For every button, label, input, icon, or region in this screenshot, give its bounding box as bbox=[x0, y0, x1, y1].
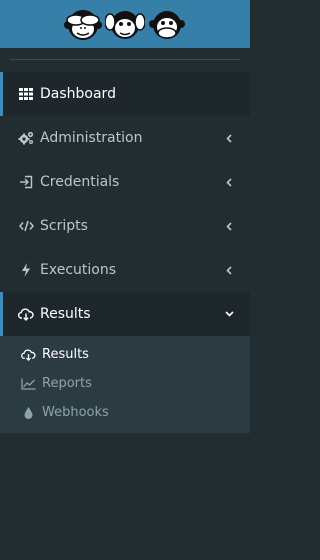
sidebar-item-executions[interactable]: Executions bbox=[0, 248, 250, 292]
sidebar-item-label: Executions bbox=[40, 262, 116, 278]
tint-icon bbox=[20, 406, 36, 420]
sidebar-item-results[interactable]: Results bbox=[0, 292, 250, 336]
cloud-download-icon bbox=[20, 348, 36, 362]
sidebar-item-label: Scripts bbox=[40, 218, 88, 234]
line-chart-icon bbox=[20, 377, 36, 391]
sidebar-item-scripts[interactable]: Scripts bbox=[0, 204, 250, 248]
hear-no-evil-monkey-icon bbox=[105, 11, 145, 39]
see-no-evil-monkey-icon bbox=[64, 10, 102, 40]
sidebar-menu: Dashboard Administration Credentials Scr… bbox=[0, 72, 250, 433]
results-submenu-container: Results Reports Webhooks bbox=[0, 336, 250, 433]
sidebar-item-label: Credentials bbox=[40, 174, 120, 190]
sidebar-item-label: Dashboard bbox=[40, 86, 116, 102]
sign-in-icon bbox=[18, 174, 34, 190]
code-icon bbox=[18, 218, 34, 234]
cogs-icon bbox=[18, 130, 34, 146]
sidebar-item-label: Results bbox=[40, 306, 91, 322]
submenu-item-reports[interactable]: Reports bbox=[3, 369, 250, 398]
chevron-down-icon bbox=[224, 309, 234, 319]
submenu-item-webhooks[interactable]: Webhooks bbox=[3, 398, 250, 427]
submenu-item-label: Reports bbox=[42, 376, 92, 391]
cloud-download-icon bbox=[18, 306, 34, 322]
results-submenu: Results Reports Webhooks bbox=[0, 336, 250, 433]
chevron-left-icon bbox=[224, 265, 234, 275]
bolt-icon bbox=[18, 262, 34, 278]
speak-no-evil-monkey-icon bbox=[149, 11, 185, 39]
chevron-left-icon bbox=[224, 221, 234, 231]
sidebar-item-dashboard[interactable]: Dashboard bbox=[0, 72, 250, 116]
submenu-item-label: Results bbox=[42, 347, 89, 362]
sidebar-divider bbox=[10, 59, 240, 60]
submenu-item-label: Webhooks bbox=[42, 405, 109, 420]
sidebar-item-label: Administration bbox=[40, 130, 143, 146]
sidebar-item-administration[interactable]: Administration bbox=[0, 116, 250, 160]
chevron-left-icon bbox=[224, 133, 234, 143]
brand-header[interactable] bbox=[0, 0, 250, 48]
submenu-item-results[interactable]: Results bbox=[3, 340, 250, 369]
sidebar-item-credentials[interactable]: Credentials bbox=[0, 160, 250, 204]
grid-icon bbox=[18, 86, 34, 102]
chevron-left-icon bbox=[224, 177, 234, 187]
